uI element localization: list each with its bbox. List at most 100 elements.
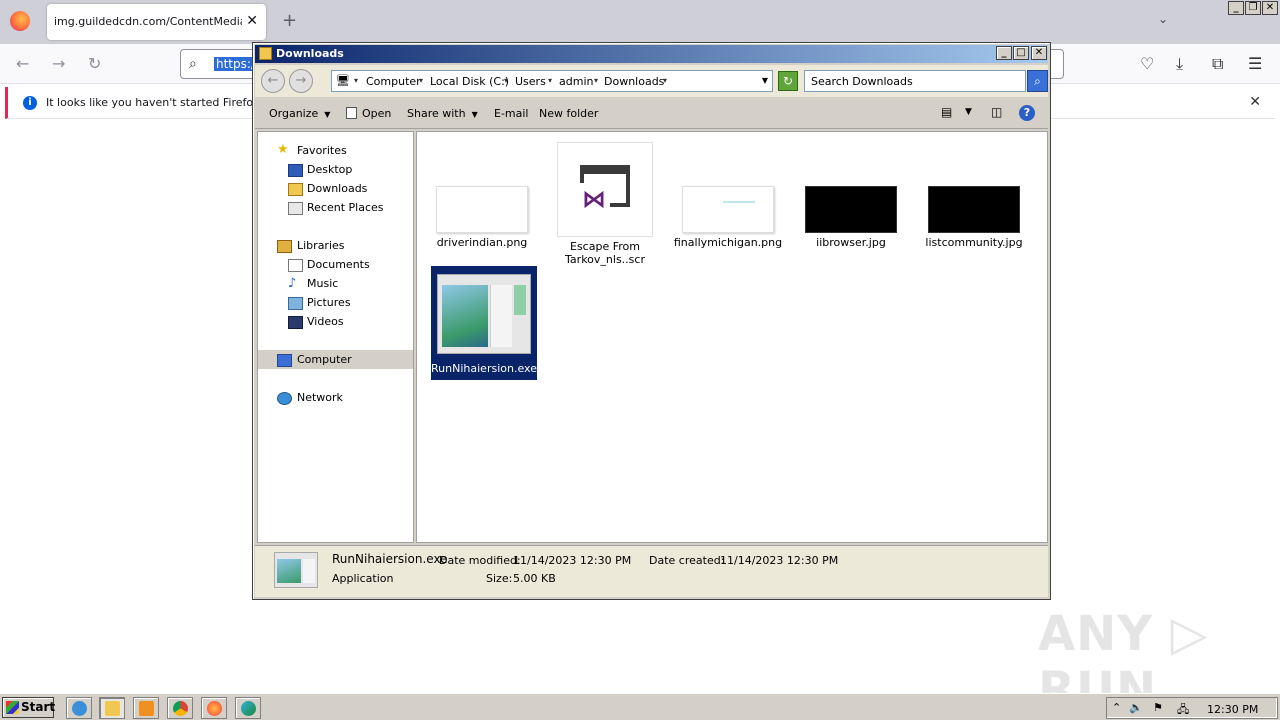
computer-icon [277, 354, 292, 367]
file-item-selected[interactable]: RunNihaiersion.exe [431, 266, 537, 380]
nav-item-desktop[interactable]: Desktop [307, 163, 352, 176]
nav-item-videos[interactable]: Videos [307, 315, 344, 328]
date-modified-label: Date modified: [439, 554, 521, 567]
notification-text: It looks like you haven't started Firefo… [46, 96, 284, 109]
exe-thumbnail [437, 274, 531, 354]
breadcrumb-downloads[interactable]: Downloads [604, 75, 664, 88]
downloads-icon[interactable]: ⤓ [1176, 54, 1183, 74]
nav-item-computer[interactable]: Computer [297, 353, 352, 366]
file-item[interactable]: iibrowser.jpg [796, 142, 906, 257]
star-icon: ★ [277, 142, 289, 157]
forward-icon[interactable]: → [289, 69, 313, 93]
new-folder-button[interactable]: New folder [539, 107, 598, 120]
command-bar: Organize ▼ Open Share with ▼ E-mail New fo… [255, 99, 1048, 129]
nav-item-documents[interactable]: Documents [307, 258, 370, 271]
details-file-name: RunNihaiersion.exe [332, 552, 448, 566]
reload-icon[interactable]: ↻ [88, 54, 101, 73]
url-text[interactable]: https:/ [214, 57, 257, 71]
share-with-label: Share with [407, 107, 466, 120]
search-input[interactable]: Search Downloads [804, 70, 1026, 92]
tab-close-icon[interactable]: ✕ [246, 13, 258, 29]
restore-window-icon[interactable]: ❐ [1245, 1, 1261, 15]
file-name: iibrowser.jpg [816, 236, 886, 249]
chevron-down-icon[interactable]: ▾ [504, 76, 508, 85]
minimize-window-icon[interactable]: _ [1228, 1, 1244, 15]
minimize-icon[interactable]: _ [996, 46, 1012, 60]
file-name: driverindian.png [436, 236, 528, 249]
chevron-down-icon[interactable]: ▾ [663, 76, 667, 85]
file-item[interactable]: finallymichigan.png [673, 142, 783, 257]
start-label: Start [21, 700, 56, 714]
share-with-button[interactable]: Share with ▼ [407, 107, 478, 120]
nav-item-pictures[interactable]: Pictures [307, 296, 351, 309]
search-icon[interactable]: ⌕ [1027, 70, 1048, 92]
file-item[interactable]: listcommunity.jpg [919, 142, 1029, 257]
taskbar-ie[interactable] [66, 697, 92, 719]
address-dropdown-icon[interactable]: ▼ [762, 76, 768, 85]
preview-pane-icon[interactable]: ◫ [991, 105, 1002, 119]
notification-close-icon[interactable]: ✕ [1249, 94, 1261, 110]
new-tab-icon[interactable]: + [282, 10, 297, 31]
nav-item-downloads[interactable]: Downloads [307, 182, 367, 195]
volume-icon[interactable]: 🔈 [1129, 701, 1143, 714]
menu-hamburger-icon[interactable]: ☰ [1248, 54, 1262, 73]
organize-label: Organize [269, 107, 319, 120]
view-options-chevron-down-icon[interactable]: ▼ [965, 107, 972, 117]
nav-item-favorites[interactable]: Favorites [297, 144, 347, 157]
windows-logo-icon [6, 701, 19, 714]
taskbar-explorer[interactable] [99, 697, 125, 719]
close-window-icon[interactable]: ✕ [1262, 1, 1278, 15]
back-arrow-icon[interactable]: ← [16, 54, 29, 73]
network-tray-icon[interactable]: 🖧 [1177, 701, 1189, 720]
pocket-icon[interactable]: ♡ [1140, 54, 1154, 73]
size-value: 5.00 KB [513, 572, 556, 585]
chevron-down-icon[interactable]: ▾ [354, 76, 358, 85]
videos-icon [288, 316, 303, 329]
breadcrumb-computer[interactable]: Computer [366, 75, 421, 88]
nav-item-libraries[interactable]: Libraries [297, 239, 345, 252]
list-tabs-chevron-down-icon[interactable]: ⌄ [1158, 12, 1168, 26]
nav-item-recent-places[interactable]: Recent Places [307, 201, 384, 214]
chevron-down-icon: ▼ [471, 110, 478, 119]
back-icon[interactable]: ← [261, 69, 285, 93]
taskbar-firefox[interactable] [201, 697, 227, 719]
breadcrumb-admin[interactable]: admin [559, 75, 593, 88]
refresh-icon[interactable]: ↻ [778, 71, 798, 91]
clock[interactable]: 12:30 PM [1207, 703, 1258, 716]
media-player-icon [139, 701, 154, 716]
folder-icon [259, 47, 272, 60]
help-icon[interactable]: ? [1019, 105, 1035, 121]
date-modified-value: 11/14/2023 12:30 PM [513, 554, 632, 567]
file-item[interactable]: driverindian.png [427, 142, 537, 257]
open-button[interactable]: Open [346, 107, 391, 120]
nav-item-network[interactable]: Network [297, 391, 343, 404]
chevron-down-icon[interactable]: ▾ [594, 76, 598, 85]
forward-arrow-icon[interactable]: → [52, 54, 65, 73]
nav-item-music[interactable]: Music [307, 277, 338, 290]
start-button[interactable]: Start [2, 697, 56, 718]
chevron-down-icon[interactable]: ▾ [419, 76, 423, 85]
email-button[interactable]: E-mail [494, 107, 529, 120]
explorer-titlebar[interactable]: Downloads _ □ ✕ [255, 45, 1048, 63]
breadcrumb-local-disk[interactable]: Local Disk (C:) [430, 75, 509, 88]
close-icon[interactable]: ✕ [1031, 46, 1047, 60]
taskbar-edge[interactable] [235, 697, 261, 719]
taskbar-media-player[interactable] [133, 697, 159, 719]
maximize-icon[interactable]: □ [1013, 46, 1029, 60]
breadcrumb-users[interactable]: Users [515, 75, 546, 88]
image-thumbnail [928, 186, 1020, 233]
change-view-icon[interactable]: ▤ [941, 105, 952, 119]
address-bar[interactable]: 🖥 ▾ Computer ▾ Local Disk (C:) ▾ Users ▾… [331, 70, 773, 92]
size-label: Size: [486, 572, 513, 585]
chevron-down-icon[interactable]: ▾ [548, 76, 552, 85]
window-title: Downloads [276, 47, 344, 60]
organize-button[interactable]: Organize ▼ [269, 107, 330, 120]
taskbar-chrome[interactable] [167, 697, 193, 719]
action-center-flag-icon[interactable]: ⚑ [1153, 701, 1163, 714]
image-thumbnail [436, 186, 528, 233]
file-item[interactable]: ⋈ Escape From Tarkov_nls..scr [550, 142, 660, 267]
show-hidden-icons-chevron-up-icon[interactable]: ⌃ [1112, 701, 1121, 714]
details-pane: RunNihaiersion.exe Application Date modi… [255, 545, 1048, 597]
browser-tab[interactable]: img.guildedcdn.com/ContentMediaGenericFi… [47, 4, 266, 40]
extensions-icon[interactable]: ⧉ [1212, 54, 1223, 74]
